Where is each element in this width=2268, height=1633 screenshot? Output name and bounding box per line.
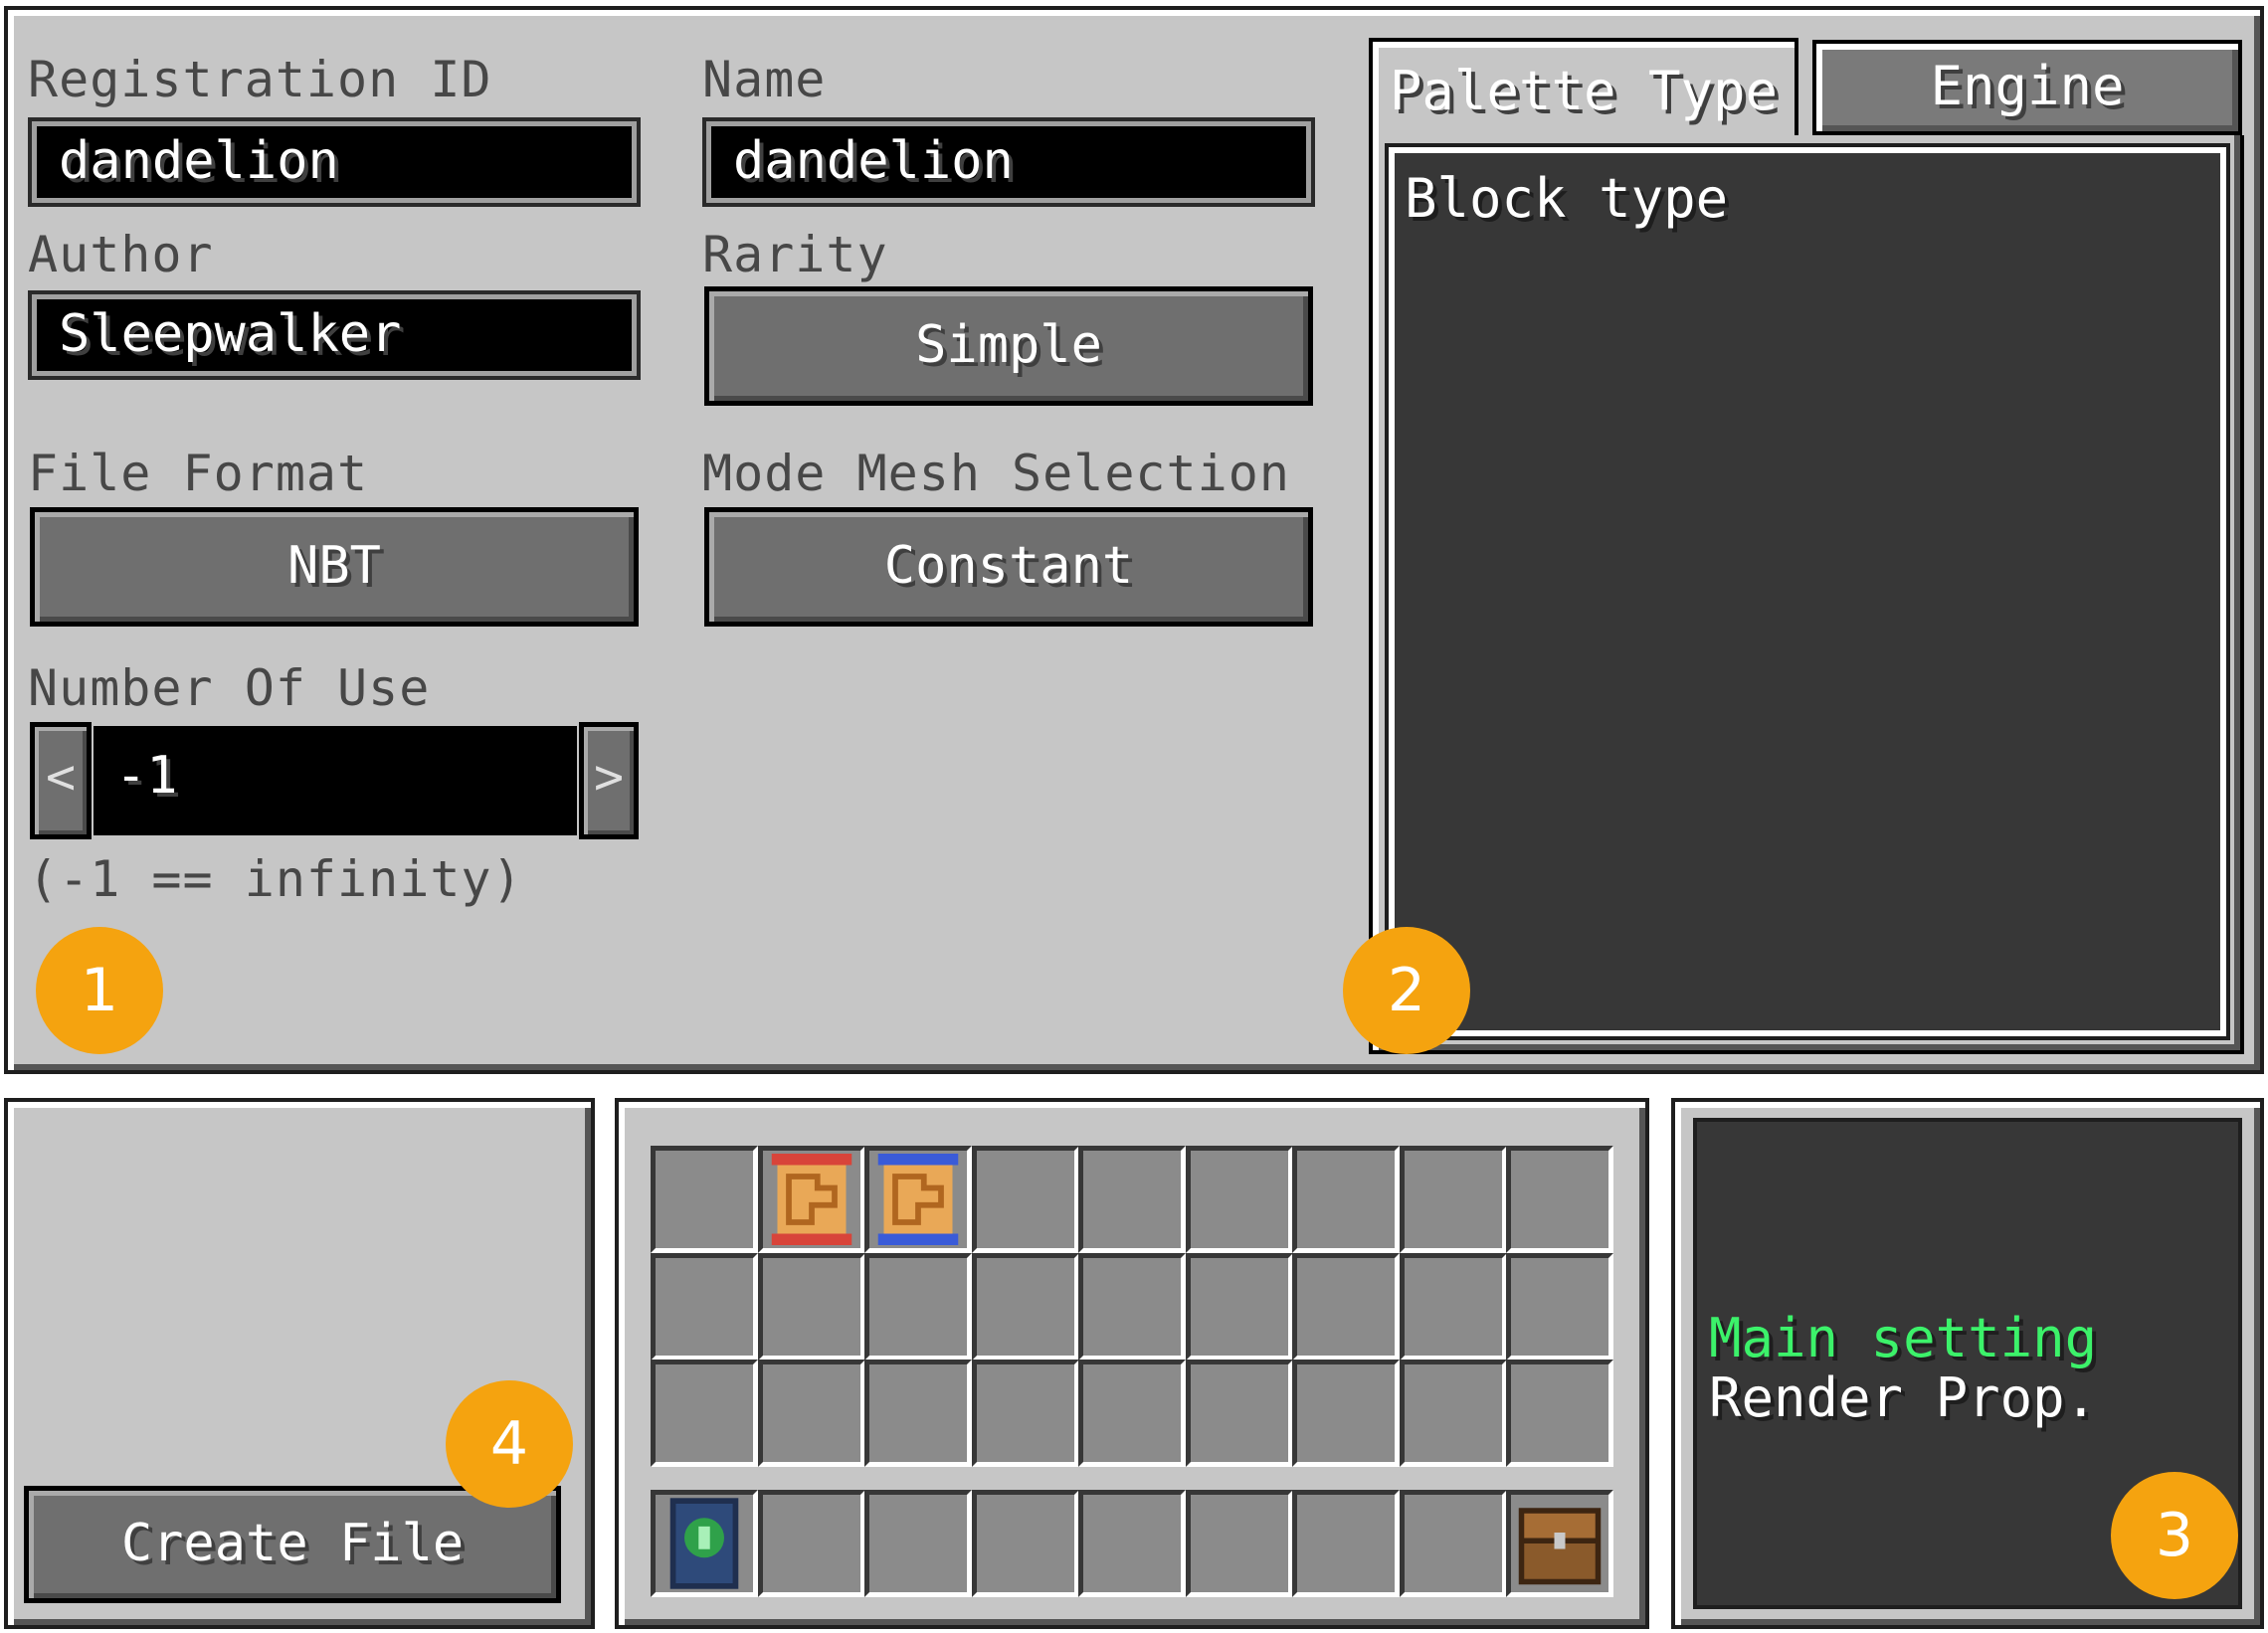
author-label: Author xyxy=(28,226,214,283)
hotbar-slot[interactable] xyxy=(1506,1490,1613,1597)
inventory-slot[interactable] xyxy=(971,1146,1079,1253)
tab-engine[interactable]: Engine xyxy=(1812,40,2242,135)
annotation-badge-4: 4 xyxy=(446,1380,573,1508)
hotbar-slot[interactable] xyxy=(1399,1490,1507,1597)
inventory-slot[interactable] xyxy=(757,1252,865,1361)
inventory-slot[interactable] xyxy=(1399,1146,1507,1253)
inventory-slot[interactable] xyxy=(1506,1252,1613,1361)
rarity-label: Rarity xyxy=(702,226,888,283)
author-input[interactable]: Sleepwalker xyxy=(28,290,641,380)
settings-item-render-prop[interactable]: Render Prop. xyxy=(1709,1366,2097,1429)
increment-button[interactable]: > xyxy=(579,722,639,839)
file-format-label: File Format xyxy=(28,445,369,502)
guide-book-icon xyxy=(656,1495,753,1592)
inventory-slot[interactable] xyxy=(651,1360,758,1467)
tab-palette-type[interactable]: Palette Type xyxy=(1369,38,1798,147)
annotation-badge-1: 1 xyxy=(36,927,163,1054)
registration-id-label: Registration ID xyxy=(28,51,492,108)
inventory-slot[interactable] xyxy=(1292,1146,1400,1253)
inventory-slot[interactable] xyxy=(1399,1360,1507,1467)
inventory-slot[interactable] xyxy=(1185,1360,1293,1467)
annotation-badge-2: 2 xyxy=(1343,927,1470,1054)
hotbar-slot[interactable] xyxy=(1185,1490,1293,1597)
inventory-slot[interactable] xyxy=(1506,1146,1613,1253)
number-of-use-hint: (-1 == infinity) xyxy=(28,850,523,908)
inventory-slot[interactable] xyxy=(1506,1360,1613,1467)
palette-list[interactable] xyxy=(1385,143,2230,1040)
mode-mesh-selection-button[interactable]: Constant xyxy=(704,507,1313,627)
inventory-slot[interactable] xyxy=(1078,1146,1186,1253)
inventory-slot[interactable] xyxy=(971,1252,1079,1361)
hotbar-slot[interactable] xyxy=(757,1490,865,1597)
hotbar-slot[interactable] xyxy=(651,1490,758,1597)
inventory-slot[interactable] xyxy=(1292,1252,1400,1361)
inventory-slot[interactable] xyxy=(1399,1252,1507,1361)
inventory-slot[interactable] xyxy=(1292,1360,1400,1467)
number-of-use-input[interactable]: -1 xyxy=(94,726,577,835)
mode-mesh-selection-label: Mode Mesh Selection xyxy=(702,445,1290,502)
inventory-slot[interactable] xyxy=(651,1252,758,1361)
inventory-slot[interactable] xyxy=(757,1360,865,1467)
tab-engine-label: Engine xyxy=(1930,55,2125,117)
inventory-slot[interactable] xyxy=(1185,1146,1293,1253)
number-of-use-label: Number Of Use xyxy=(28,659,431,717)
create-file-button[interactable]: Create File xyxy=(24,1486,561,1603)
hotbar-slot[interactable] xyxy=(864,1490,972,1597)
inventory-slot[interactable] xyxy=(864,1146,972,1253)
settings-item-main-setting[interactable]: Main setting xyxy=(1709,1307,2097,1369)
hotbar-slot[interactable] xyxy=(1292,1490,1400,1597)
palette-item-block-type[interactable]: Block type xyxy=(1405,167,1728,230)
inventory-slot[interactable] xyxy=(864,1252,972,1361)
blueprint-scroll-red-icon xyxy=(763,1151,860,1248)
inventory-slot[interactable] xyxy=(1185,1252,1293,1361)
name-input[interactable]: dandelion xyxy=(702,117,1315,207)
inventory-slot[interactable] xyxy=(864,1360,972,1467)
inventory-slot[interactable] xyxy=(651,1146,758,1253)
registration-id-input[interactable]: dandelion xyxy=(28,117,641,207)
annotation-badge-3: 3 xyxy=(2111,1472,2238,1599)
chest-icon xyxy=(1511,1495,1608,1592)
decrement-button[interactable]: < xyxy=(30,722,92,839)
blueprint-scroll-blue-icon xyxy=(869,1151,967,1248)
inventory-slot[interactable] xyxy=(757,1146,865,1253)
name-label: Name xyxy=(702,51,827,108)
file-format-button[interactable]: NBT xyxy=(30,507,639,627)
inventory-slot[interactable] xyxy=(1078,1252,1186,1361)
hotbar-slot[interactable] xyxy=(1078,1490,1186,1597)
tab-palette-type-label: Palette Type xyxy=(1389,60,1779,122)
inventory-slot[interactable] xyxy=(1078,1360,1186,1467)
hotbar-slot[interactable] xyxy=(971,1490,1079,1597)
inventory-slot[interactable] xyxy=(971,1360,1079,1467)
rarity-button[interactable]: Simple xyxy=(704,286,1313,406)
